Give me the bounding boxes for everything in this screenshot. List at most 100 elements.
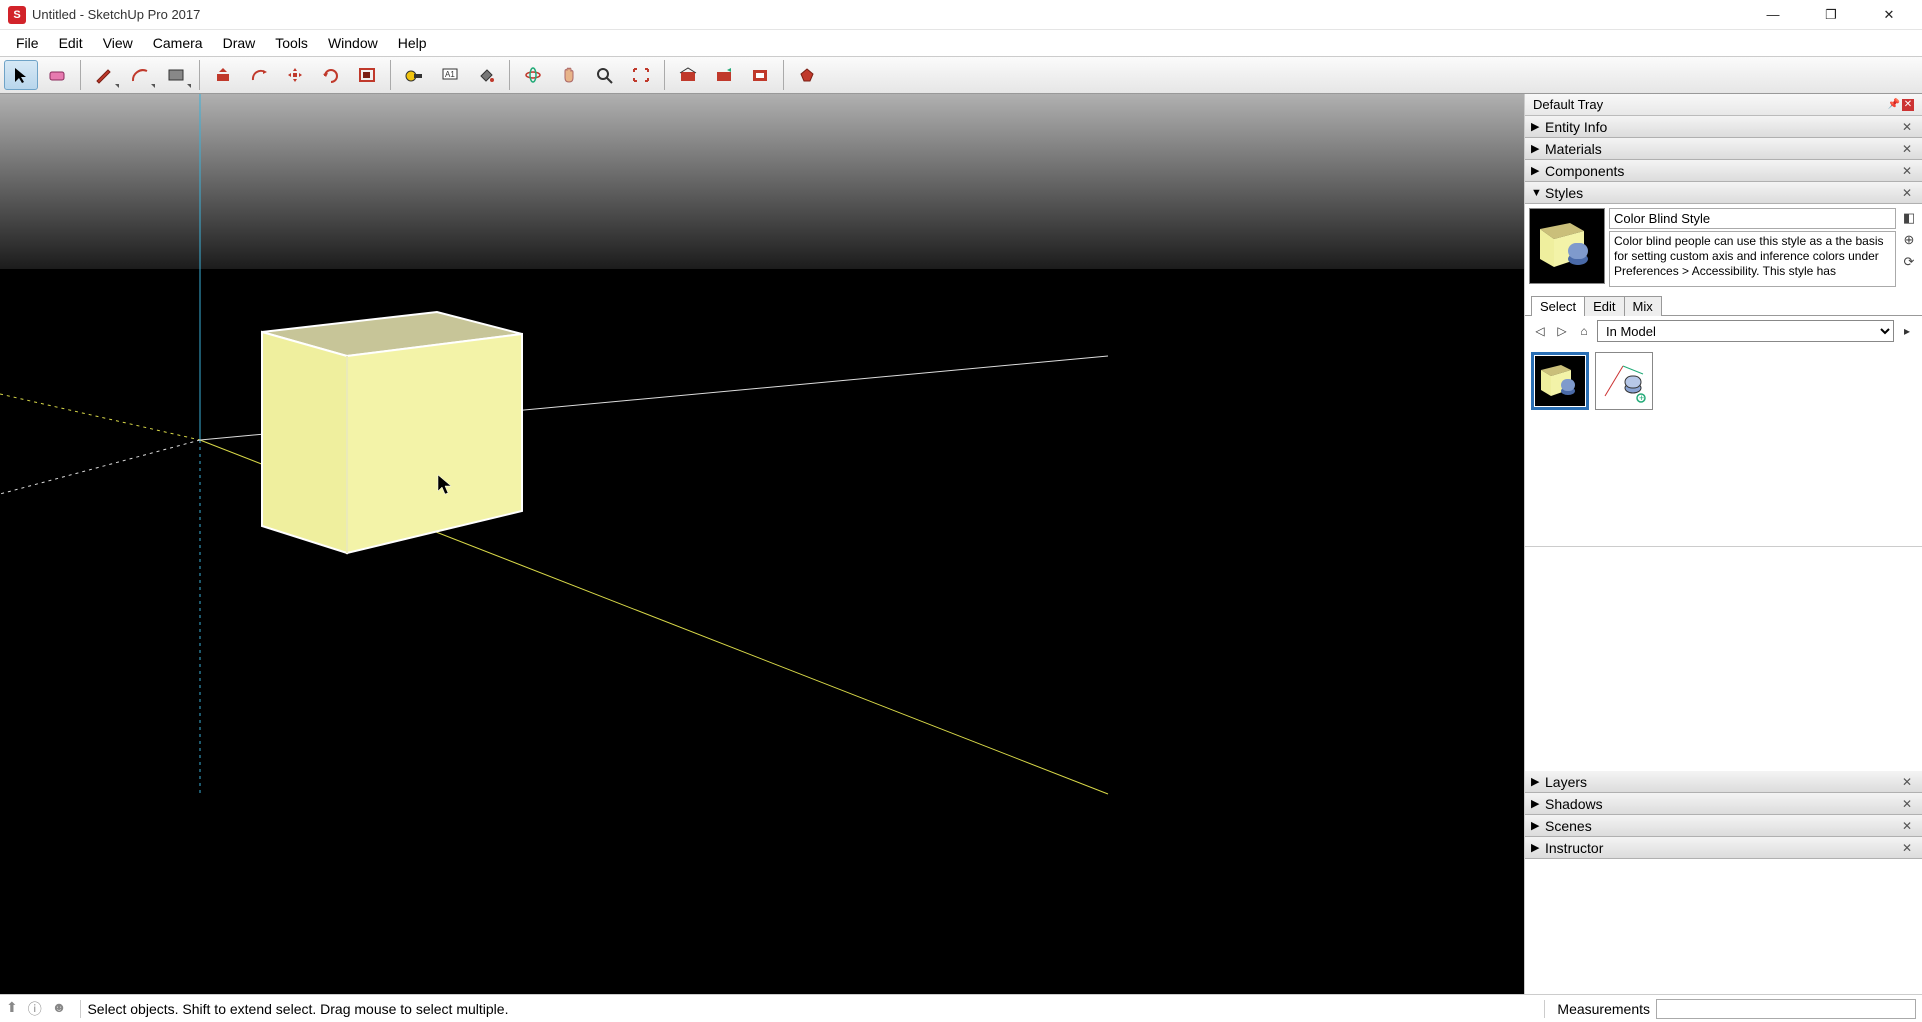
- pan-tool[interactable]: [552, 60, 586, 90]
- menu-view[interactable]: View: [93, 33, 143, 53]
- menu-file[interactable]: File: [6, 33, 49, 53]
- style-thumb-2[interactable]: +: [1595, 352, 1653, 410]
- toolbar-separator: [509, 60, 510, 90]
- nav-home-icon[interactable]: ⌂: [1575, 322, 1593, 340]
- warehouse-tool[interactable]: [671, 60, 705, 90]
- panel-close-icon[interactable]: ✕: [1898, 164, 1916, 178]
- panel-components[interactable]: ▶Components✕: [1525, 160, 1922, 182]
- nav-forward-icon[interactable]: ▷: [1553, 322, 1571, 340]
- viewport[interactable]: [0, 94, 1524, 994]
- pencil-tool[interactable]: [87, 60, 121, 90]
- nav-back-icon[interactable]: ◁: [1531, 322, 1549, 340]
- panel-scenes[interactable]: ▶Scenes✕: [1525, 815, 1922, 837]
- panel-close-icon[interactable]: ✕: [1898, 797, 1916, 811]
- status-separator: [1544, 1000, 1545, 1018]
- menu-camera[interactable]: Camera: [143, 33, 213, 53]
- warehouse-share-tool[interactable]: [707, 60, 741, 90]
- arc-tool[interactable]: [123, 60, 157, 90]
- menu-edit[interactable]: Edit: [49, 33, 93, 53]
- maximize-button[interactable]: ❐: [1816, 5, 1846, 25]
- pushpull-tool[interactable]: [206, 60, 240, 90]
- panel-close-icon[interactable]: ✕: [1898, 841, 1916, 855]
- styles-thumbnails: +: [1525, 346, 1922, 546]
- extension-warehouse-tool[interactable]: [743, 60, 777, 90]
- panel-layers[interactable]: ▶Layers✕: [1525, 771, 1922, 793]
- style-thumb-1[interactable]: [1531, 352, 1589, 410]
- svg-text:A1: A1: [445, 70, 455, 79]
- styles-panel-body: Color Blind Style Color blind people can…: [1525, 204, 1922, 547]
- ruby-console-tool[interactable]: [790, 60, 824, 90]
- menu-tools[interactable]: Tools: [265, 33, 318, 53]
- zoom-extents-tool[interactable]: [624, 60, 658, 90]
- styles-tab-select[interactable]: Select: [1531, 296, 1585, 316]
- panel-close-icon[interactable]: ✕: [1898, 142, 1916, 156]
- move-tool[interactable]: [278, 60, 312, 90]
- panel-close-icon[interactable]: ✕: [1898, 186, 1916, 200]
- menu-help[interactable]: Help: [388, 33, 437, 53]
- paintbucket-tool[interactable]: [469, 60, 503, 90]
- menu-draw[interactable]: Draw: [213, 33, 266, 53]
- panel-label: Shadows: [1545, 796, 1603, 812]
- panel-materials[interactable]: ▶Materials✕: [1525, 138, 1922, 160]
- menubar: File Edit View Camera Draw Tools Window …: [0, 30, 1922, 56]
- rectangle-tool[interactable]: [159, 60, 193, 90]
- minimize-button[interactable]: ―: [1758, 5, 1788, 25]
- style-preview-thumb[interactable]: [1529, 208, 1605, 284]
- styles-tab-mix[interactable]: Mix: [1624, 296, 1662, 316]
- close-button[interactable]: ✕: [1874, 5, 1904, 25]
- user-icon[interactable]: ☻: [52, 999, 67, 1019]
- panel-label: Scenes: [1545, 818, 1592, 834]
- style-name-input[interactable]: Color Blind Style: [1609, 208, 1896, 229]
- panel-label: Components: [1545, 163, 1624, 179]
- measurements-input[interactable]: [1656, 999, 1916, 1019]
- select-tool[interactable]: [4, 60, 38, 90]
- toolbar: A1: [0, 56, 1922, 94]
- panel-close-icon[interactable]: ✕: [1898, 120, 1916, 134]
- app-icon: S: [8, 6, 26, 24]
- panel-label: Materials: [1545, 141, 1602, 157]
- tray-titlebar[interactable]: Default Tray 📌 ✕: [1525, 94, 1922, 116]
- main-area: Default Tray 📌 ✕ ▶Entity Info✕ ▶Material…: [0, 94, 1922, 994]
- tapemeasure-tool[interactable]: [397, 60, 431, 90]
- statusbar: ⬆ ⓘ ☻ Select objects. Shift to extend se…: [0, 994, 1922, 1022]
- style-new-icon[interactable]: ⊕: [1904, 232, 1915, 248]
- panel-entity-info[interactable]: ▶Entity Info✕: [1525, 116, 1922, 138]
- toolbar-separator: [783, 60, 784, 90]
- toolbar-separator: [199, 60, 200, 90]
- rotate-tool[interactable]: [314, 60, 348, 90]
- offset-tool[interactable]: [242, 60, 276, 90]
- style-display-icon[interactable]: ◧: [1903, 210, 1915, 226]
- menu-window[interactable]: Window: [318, 33, 388, 53]
- panel-styles[interactable]: ▼Styles✕: [1525, 182, 1922, 204]
- svg-text:+: +: [1639, 393, 1644, 403]
- nav-details-icon[interactable]: ▸: [1898, 322, 1916, 340]
- tray-close-icon[interactable]: ✕: [1902, 99, 1914, 111]
- scale-tool[interactable]: [350, 60, 384, 90]
- status-hint: Select objects. Shift to extend select. …: [87, 1001, 508, 1017]
- styles-tab-edit[interactable]: Edit: [1584, 296, 1624, 316]
- info-icon[interactable]: ⓘ: [28, 999, 42, 1019]
- titlebar: S Untitled - SketchUp Pro 2017 ― ❐ ✕: [0, 0, 1922, 30]
- toolbar-separator: [80, 60, 81, 90]
- status-separator: [80, 1000, 81, 1018]
- tray-title-text: Default Tray: [1533, 97, 1603, 112]
- panel-close-icon[interactable]: ✕: [1898, 775, 1916, 789]
- geo-icon[interactable]: ⬆: [6, 999, 18, 1019]
- panel-label: Layers: [1545, 774, 1587, 790]
- styles-tabs: Select Edit Mix: [1525, 291, 1922, 316]
- panel-label: Entity Info: [1545, 119, 1607, 135]
- panel-close-icon[interactable]: ✕: [1898, 819, 1916, 833]
- tray-pin-icon[interactable]: 📌: [1888, 99, 1900, 111]
- eraser-tool[interactable]: [40, 60, 74, 90]
- text-tool[interactable]: A1: [433, 60, 467, 90]
- orbit-tool[interactable]: [516, 60, 550, 90]
- panel-instructor[interactable]: ▶Instructor✕: [1525, 837, 1922, 859]
- style-description[interactable]: Color blind people can use this style as…: [1609, 231, 1896, 287]
- style-update-icon[interactable]: ⟳: [1904, 254, 1915, 270]
- panel-shadows[interactable]: ▶Shadows✕: [1525, 793, 1922, 815]
- window-controls: ― ❐ ✕: [1758, 5, 1914, 25]
- styles-location-select[interactable]: In Model: [1597, 320, 1894, 342]
- zoom-tool[interactable]: [588, 60, 622, 90]
- model-view: [0, 94, 1524, 994]
- styles-nav: ◁ ▷ ⌂ In Model ▸: [1525, 316, 1922, 346]
